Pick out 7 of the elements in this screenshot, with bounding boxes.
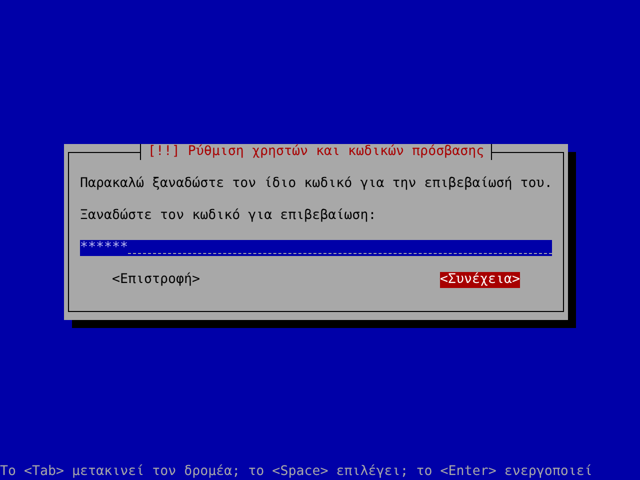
dialog-message: Παρακαλώ ξαναδώστε τον ίδιο κωδικό για την επιβεβαίωσή του.	[80, 176, 552, 192]
status-text: Το <Tab> μετακινεί τον δρομέα; το <Space> επιλέγει; το <Enter> ενεργοποιεί	[0, 464, 594, 480]
back-button[interactable]: <Επιστροφή>	[112, 272, 200, 288]
password-field[interactable]: ******	[80, 240, 552, 256]
dialog-title: [!!] Ρύθμιση χρηστών και κωδικών πρόσβασης	[140, 144, 492, 160]
field-label: Ξαναδώστε τον κωδικό για επιβεβαίωση:	[80, 208, 378, 224]
continue-button[interactable]: <Συνέχεια>	[440, 272, 520, 288]
